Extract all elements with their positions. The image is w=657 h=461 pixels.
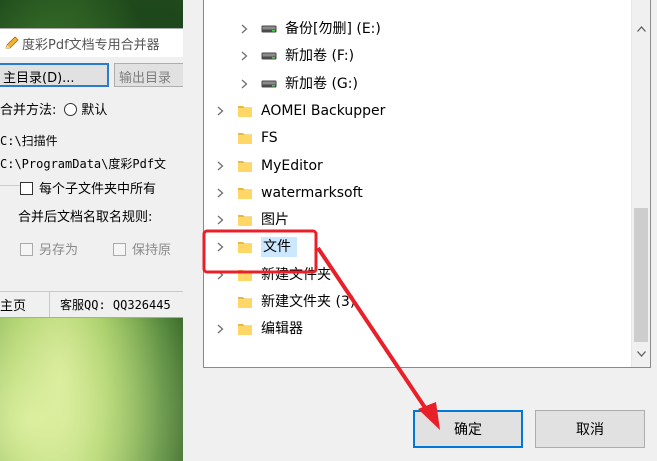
status-bar: 主页 客服QQ: QQ326445 <box>0 291 184 317</box>
tree-item-folder[interactable]: 编辑器 <box>204 316 622 342</box>
chevron-right-icon[interactable] <box>213 240 227 254</box>
tree-item-label: 新建文件夹 <box>261 266 331 283</box>
tree-item-label: 图片 <box>261 212 289 229</box>
folder-icon <box>238 242 252 254</box>
tree-item-label: 新建文件夹 (3) <box>261 294 356 310</box>
main-directory-button[interactable]: 主目录(D)... <box>0 63 109 87</box>
vertical-scrollbar[interactable] <box>631 0 650 367</box>
save-as-checkbox[interactable] <box>20 243 33 256</box>
tree-item-label: watermarksoft <box>261 184 363 201</box>
tree-item-drive[interactable]: 新加卷 (G:) <box>204 71 622 97</box>
output-path: C:\ProgramData\度彩Pdf文 <box>0 157 167 171</box>
tree-item-label: 新加卷 (G:) <box>285 75 358 92</box>
app-title-bar: 度彩Pdf文档专用合并器 <box>0 29 184 57</box>
scrollbar-thumb[interactable] <box>634 208 648 342</box>
chevron-right-icon[interactable] <box>237 77 251 91</box>
chevron-right-icon[interactable] <box>237 49 251 63</box>
tree-item-drive[interactable]: 备份[勿删] (E:) <box>204 16 622 42</box>
ok-button[interactable]: 确定 <box>413 410 523 448</box>
tree-item-label: MyEditor <box>261 157 323 174</box>
drive-icon <box>261 52 277 60</box>
save-as-option[interactable]: 另存为 <box>20 239 78 258</box>
home-link[interactable]: 主页 <box>0 295 26 314</box>
folder-tree[interactable]: 备份[勿删] (E:) 新加卷 (F:) 新加卷 (G:) AOMEI Backupp… <box>203 0 651 368</box>
tree-item-folder[interactable]: 新建文件夹 (3) <box>204 289 622 315</box>
chevron-right-icon <box>213 295 227 309</box>
folder-icon <box>238 133 252 145</box>
tree-item-folder[interactable]: FS <box>204 125 622 151</box>
tree-item-folder[interactable]: watermarksoft <box>204 180 622 206</box>
folder-icon <box>238 297 252 308</box>
keep-original-checkbox[interactable] <box>113 243 126 256</box>
tree-item-folder[interactable]: 图片 <box>204 207 622 233</box>
app-title: 度彩Pdf文档专用合并器 <box>22 37 160 53</box>
drive-icon <box>261 80 277 88</box>
drive-icon <box>261 25 277 33</box>
chevron-right-icon[interactable] <box>213 104 227 118</box>
folder-icon <box>238 187 252 199</box>
chevron-right-icon[interactable] <box>213 159 227 173</box>
tree-item-label: FS <box>261 130 278 147</box>
chevron-right-icon[interactable] <box>237 22 251 36</box>
subfolder-option[interactable]: 每个子文件夹中所有 <box>20 178 156 197</box>
tree-item-folder[interactable]: MyEditor <box>204 153 622 179</box>
folder-icon <box>238 324 252 336</box>
keep-original-option[interactable]: 保持原 <box>113 239 171 258</box>
folder-icon <box>238 215 252 227</box>
tree-item-label: 新加卷 (F:) <box>285 48 355 65</box>
naming-rule-label: 合并后文档名取名规则: <box>18 210 153 225</box>
support-qq: 客服QQ: QQ326445 <box>60 298 171 312</box>
pencil-icon <box>5 36 19 49</box>
cancel-button[interactable]: 取消 <box>535 410 645 448</box>
tree-item-drive[interactable]: 新加卷 (F:) <box>204 43 622 69</box>
tree-item-label: 备份[勿删] (E:) <box>285 21 381 37</box>
group-divider <box>0 185 20 186</box>
output-directory-button[interactable]: 输出目录 <box>114 63 194 87</box>
merge-method-row: 合并方法: 默认 <box>0 99 107 118</box>
folder-icon <box>238 160 252 172</box>
default-radio-label: 默认 <box>81 103 108 118</box>
scroll-down-icon[interactable] <box>632 345 650 363</box>
merge-method-label: 合并方法: <box>0 103 57 118</box>
tree-item-label: AOMEI Backupper <box>261 102 386 119</box>
keep-original-label: 保持原 <box>132 243 172 258</box>
tree-item-label: 编辑器 <box>261 321 303 338</box>
browse-folder-dialog: 备份[勿删] (E:) 新加卷 (F:) 新加卷 (G:) AOMEI Backupp… <box>183 0 657 461</box>
subfolder-option-label: 每个子文件夹中所有 <box>39 182 157 197</box>
chevron-right-icon <box>213 131 227 145</box>
tree-item-folder[interactable]: AOMEI Backupper <box>204 98 622 124</box>
tree-item-folder[interactable]: 文件 <box>204 234 622 260</box>
pdf-merger-window: 度彩Pdf文档专用合并器 主目录(D)... 输出目录 合并方法: 默认 C:\扫… <box>0 28 194 318</box>
chevron-right-icon[interactable] <box>213 268 227 282</box>
save-as-label: 另存为 <box>39 243 79 258</box>
chevron-right-icon[interactable] <box>213 186 227 200</box>
subfolder-checkbox[interactable] <box>20 182 33 195</box>
scroll-up-icon[interactable] <box>632 20 650 38</box>
tree-item-label: 文件 <box>261 237 297 258</box>
default-radio[interactable] <box>64 103 78 116</box>
chevron-right-icon[interactable] <box>213 322 227 336</box>
tree-item-folder[interactable]: 新建文件夹 <box>204 262 622 288</box>
chevron-right-icon[interactable] <box>213 213 227 227</box>
source-path: C:\扫描件 <box>0 134 58 148</box>
folder-icon <box>238 269 252 281</box>
folder-icon <box>238 105 252 117</box>
